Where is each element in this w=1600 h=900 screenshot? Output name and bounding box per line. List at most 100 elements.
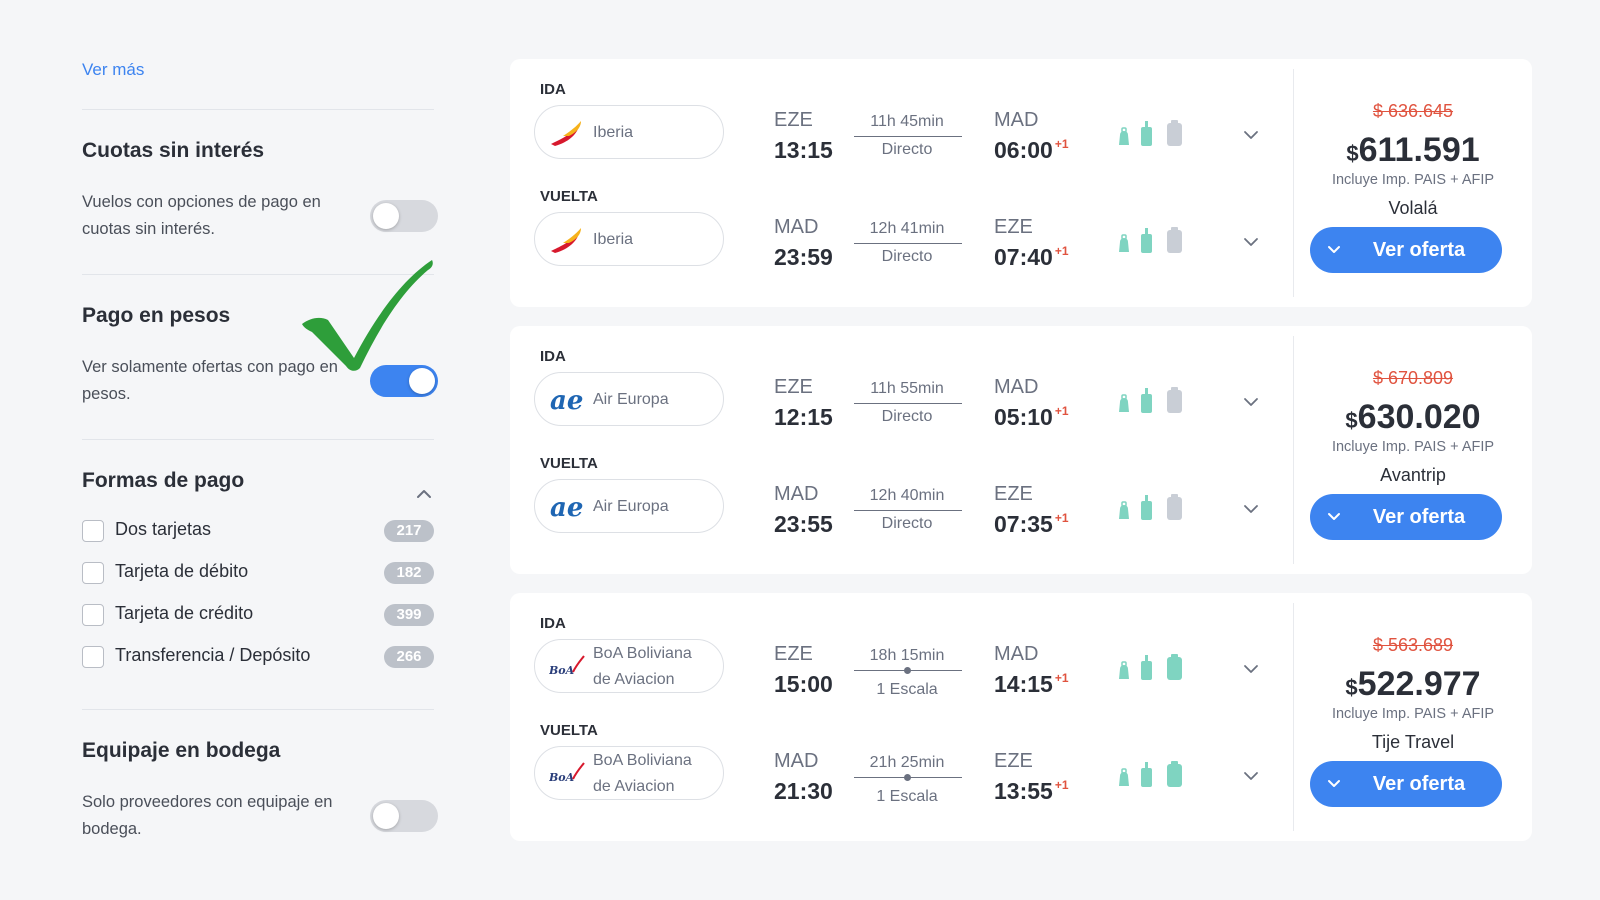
ver-mas-link[interactable]: Ver más [82,60,144,80]
next-day-indicator: +1 [1054,778,1069,792]
expand-leg-chevron-icon[interactable] [1242,126,1260,144]
air-europa-logo-icon: ae [550,493,583,522]
air-europa-logo-icon: ae [550,386,583,415]
final-price: $522.977 [1294,665,1532,704]
flight-duration: 12h 40min [869,487,945,504]
leg-label: VUELTA [540,188,598,205]
checkbox[interactable] [82,604,104,626]
flight-duration: 12h 41min [869,220,945,237]
final-price: $630.020 [1294,398,1532,437]
arrival-time: 07:35 +1 [994,511,1069,538]
payment-option-transferencia[interactable]: Transferencia / Depósito 266 [82,644,434,670]
airline-chip[interactable]: Iberia [534,105,724,159]
destination-airport: MAD [994,376,1039,398]
departure-time: 21:30 [774,778,833,804]
flight-leg-ida: IDA Iberia EZE 13:15 11h 45min Directo MAD 06:0… [510,81,1300,187]
destination-airport: EZE [994,750,1033,772]
provider-name: Volalá [1388,198,1438,218]
currency-symbol: $ [1345,408,1358,433]
leg-label: VUELTA [540,722,598,739]
flight-leg-vuelta: VUELTA ae Air Europa MAD 23:55 12h 40min Direc… [510,455,1300,561]
checkbox[interactable] [82,520,104,542]
iberia-logo-icon [551,121,581,146]
svg-text:ae: ae [550,493,583,522]
svg-text:ae: ae [550,386,583,415]
original-price: $ 636.645 [1372,101,1454,121]
arrival-time-value: 13:55 [994,778,1053,804]
airline-name: BoA Boliviana de Aviacion [593,752,692,795]
expand-leg-chevron-icon[interactable] [1242,767,1260,785]
leg-label: IDA [540,348,566,365]
destination-airport: MAD [994,643,1039,665]
cuotas-toggle[interactable] [370,200,438,232]
currency-symbol: $ [1346,141,1359,166]
count-badge: 399 [384,604,434,626]
toggle-knob [373,203,399,229]
airline-chip[interactable]: BoA BoA Boliviana de Aviacion [534,639,724,693]
ver-oferta-button[interactable]: Ver oferta [1310,494,1502,540]
flight-leg-vuelta: VUELTA Iberia MAD 23:59 12h 41min Directo EZE 0… [510,188,1300,294]
expand-leg-chevron-icon[interactable] [1242,393,1260,411]
ver-oferta-button[interactable]: Ver oferta [1310,761,1502,807]
departure-time: 15:00 [774,671,833,697]
arrival-time-value: 06:00 [994,137,1053,163]
airline-name: Air Europa [593,498,669,515]
green-checkmark-icon [302,260,433,371]
expand-leg-chevron-icon[interactable] [1242,500,1260,518]
destination-airport: EZE [994,483,1033,505]
arrival-time-value: 05:10 [994,404,1053,430]
airline-chip[interactable]: ae Air Europa [534,372,724,426]
duration-line [854,136,962,137]
duration-line [854,243,962,244]
checkbox[interactable] [82,646,104,668]
provider-name: Tije Travel [1371,732,1455,752]
expand-leg-chevron-icon[interactable] [1242,660,1260,678]
arrival-time: 06:00 +1 [994,137,1069,164]
airline-chip[interactable]: BoA BoA Boliviana de Aviacion [534,746,724,800]
arrival-time-value: 07:40 [994,244,1053,270]
payment-option-dos-tarjetas[interactable]: Dos tarjetas 217 [82,518,434,544]
arrival-time: 05:10 +1 [994,404,1069,431]
ver-oferta-button[interactable]: Ver oferta [1310,227,1502,273]
count-badge: 217 [384,520,434,542]
next-day-indicator: +1 [1054,671,1069,685]
divider [82,439,434,440]
airline-name: Iberia [593,124,634,141]
expand-leg-chevron-icon[interactable] [1242,233,1260,251]
ver-oferta-label: Ver oferta [1372,773,1466,795]
payment-option-credito[interactable]: Tarjeta de crédito 399 [82,602,434,628]
final-price: $611.591 [1294,131,1532,170]
airline-chip[interactable]: ae Air Europa [534,479,724,533]
payment-option-label: Dos tarjetas [115,519,212,539]
origin-airport: MAD [774,216,819,238]
chevron-up-icon[interactable] [414,484,434,504]
departure-time: 23:55 [774,511,833,537]
svg-text:BoA: BoA [549,664,575,677]
equipaje-toggle[interactable] [370,800,438,832]
filters-sidebar: Ver más Cuotas sin interés Vuelos con op… [64,44,452,852]
checkbox[interactable] [82,562,104,584]
origin-airport: EZE [774,376,813,398]
stops-info: Directo [881,141,933,158]
next-day-indicator: +1 [1054,244,1069,258]
flight-duration: 21h 25min [869,754,945,771]
duration-line [854,403,962,404]
iberia-logo-icon [551,228,581,253]
destination-airport: MAD [994,109,1039,131]
origin-airport: MAD [774,483,819,505]
original-price: $ 670.809 [1372,368,1454,388]
payment-option-debito[interactable]: Tarjeta de débito 182 [82,560,434,586]
stops-info: Directo [881,408,933,425]
arrival-time-value: 07:35 [994,511,1053,537]
formas-title: Formas de pago [82,469,245,492]
next-day-indicator: +1 [1054,137,1069,151]
flight-duration: 18h 15min [869,647,945,664]
ver-oferta-label: Ver oferta [1372,506,1466,528]
airline-chip[interactable]: Iberia [534,212,724,266]
leg-label: IDA [540,615,566,632]
payment-option-label: Tarjeta de crédito [115,603,254,623]
flight-duration: 11h 55min [870,380,944,397]
origin-airport: MAD [774,750,819,772]
baggage-icons [1119,227,1182,253]
arrival-time: 07:40 +1 [994,244,1069,271]
